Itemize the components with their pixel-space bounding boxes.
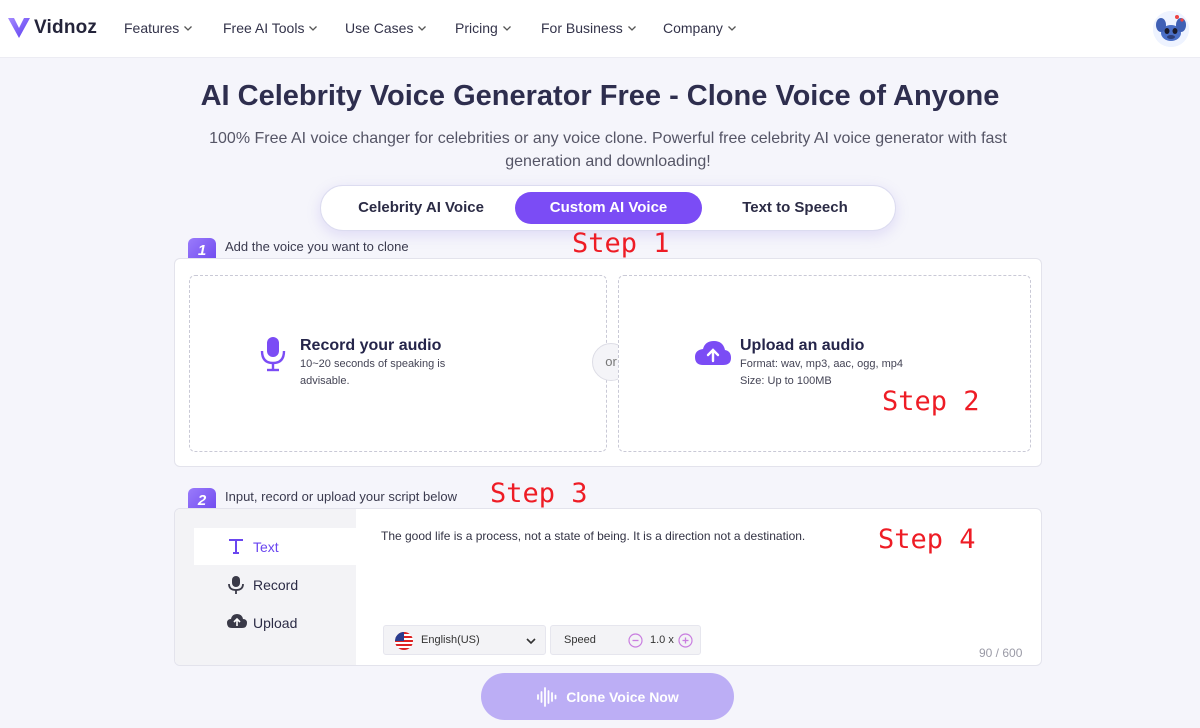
user-avatar[interactable] bbox=[1153, 11, 1189, 47]
chevron-down-icon bbox=[627, 26, 636, 31]
mic-icon bbox=[228, 576, 244, 594]
nav-label: Use Cases bbox=[345, 20, 414, 36]
chevron-down-icon bbox=[727, 26, 736, 31]
upload-audio-title: Upload an audio bbox=[740, 337, 865, 354]
plus-circle-icon[interactable] bbox=[678, 633, 693, 648]
cloud-upload-icon bbox=[227, 614, 247, 628]
nav-label: Company bbox=[663, 20, 723, 36]
chevron-down-icon bbox=[418, 26, 427, 31]
top-navbar: Vidnoz Features Free AI Tools Use Cases … bbox=[0, 0, 1200, 58]
language-select[interactable]: English(US) bbox=[383, 625, 546, 655]
annotation-step-2: Step 2 bbox=[882, 386, 980, 417]
nav-use-cases[interactable]: Use Cases bbox=[345, 20, 427, 36]
step-2-label: Input, record or upload your script belo… bbox=[225, 489, 457, 504]
page-title: AI Celebrity Voice Generator Free - Clon… bbox=[200, 80, 1000, 112]
annotation-step-1: Step 1 bbox=[572, 228, 670, 259]
nav-label: Features bbox=[124, 20, 180, 36]
speed-label: Speed bbox=[564, 634, 596, 646]
vidnoz-logo[interactable]: Vidnoz bbox=[6, 14, 97, 42]
sidebar-item-label: Text bbox=[253, 538, 279, 555]
avatar-character-icon bbox=[1153, 11, 1189, 47]
nav-features[interactable]: Features bbox=[124, 20, 193, 36]
sidebar-item-record[interactable]: Record bbox=[194, 566, 356, 603]
sidebar-item-text[interactable]: Text bbox=[194, 528, 356, 565]
text-icon bbox=[229, 539, 243, 554]
nav-label: Pricing bbox=[455, 20, 498, 36]
nav-for-business[interactable]: For Business bbox=[541, 20, 637, 36]
tab-custom-ai-voice[interactable]: Custom AI Voice bbox=[515, 192, 702, 224]
clone-voice-button-label: Clone Voice Now bbox=[566, 688, 679, 705]
chevron-down-icon bbox=[526, 638, 536, 645]
chevron-down-icon bbox=[309, 26, 318, 31]
cloud-upload-icon bbox=[695, 341, 731, 365]
character-counter: 90 / 600 bbox=[979, 646, 1023, 660]
voice-mode-tabs: Celebrity AI Voice Custom AI Voice Text … bbox=[320, 185, 896, 231]
vidnoz-logo-icon bbox=[8, 18, 30, 38]
nav-pricing[interactable]: Pricing bbox=[455, 20, 512, 36]
logo-text: Vidnoz bbox=[34, 17, 98, 38]
clone-voice-button[interactable]: Clone Voice Now bbox=[481, 673, 734, 720]
nav-company[interactable]: Company bbox=[663, 20, 737, 36]
record-audio-title: Record your audio bbox=[300, 337, 442, 354]
microphone-icon bbox=[260, 337, 286, 372]
annotation-step-3: Step 3 bbox=[490, 478, 588, 509]
language-value: English(US) bbox=[421, 634, 480, 646]
step-1-label: Add the voice you want to clone bbox=[225, 239, 409, 254]
page-subtitle: 100% Free AI voice changer for celebriti… bbox=[209, 130, 1007, 170]
sidebar-item-label: Record bbox=[253, 576, 299, 593]
script-input-sidebar: Text Record Upload bbox=[175, 509, 356, 665]
tab-celebrity-ai-voice[interactable]: Celebrity AI Voice bbox=[333, 192, 509, 224]
upload-audio-format: Format: wav, mp3, aac, ogg, mp4 bbox=[740, 358, 904, 370]
sound-wave-icon bbox=[537, 686, 557, 707]
sidebar-item-label: Upload bbox=[253, 614, 298, 631]
chevron-down-icon bbox=[502, 26, 511, 31]
speed-value: 1.0 x bbox=[650, 634, 674, 646]
script-textarea[interactable]: The good life is a process, not a state … bbox=[381, 529, 805, 543]
nav-free-ai-tools[interactable]: Free AI Tools bbox=[223, 20, 318, 36]
chevron-down-icon bbox=[184, 26, 193, 31]
speed-control: Speed 1.0 x bbox=[550, 625, 701, 655]
tab-text-to-speech[interactable]: Text to Speech bbox=[707, 192, 883, 224]
annotation-step-4: Step 4 bbox=[878, 524, 976, 555]
nav-label: For Business bbox=[541, 20, 623, 36]
us-flag-icon bbox=[395, 632, 413, 650]
sidebar-item-upload[interactable]: Upload bbox=[194, 604, 356, 641]
minus-circle-icon[interactable] bbox=[628, 633, 643, 648]
record-audio-desc: 10~20 seconds of speaking is advisable. bbox=[300, 358, 446, 387]
nav-label: Free AI Tools bbox=[223, 20, 305, 36]
